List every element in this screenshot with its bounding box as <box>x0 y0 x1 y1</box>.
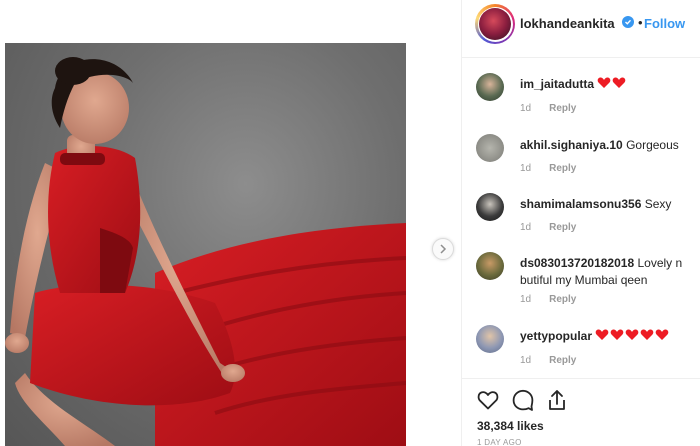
heart-emojis <box>595 329 671 346</box>
comment-body: Sexy <box>644 197 672 211</box>
post-timestamp: 1 DAY AGO <box>477 438 522 446</box>
comment-button[interactable] <box>511 388 535 412</box>
comment-age: 1d <box>520 294 532 305</box>
comment-text: ds083013720182018 Lovely n butiful my Mu… <box>520 255 696 289</box>
comment-age: 1d <box>520 103 532 114</box>
header-divider <box>462 57 700 58</box>
instagram-post-modal: lokhandeankita • Follow im_jaitadutta 1d… <box>0 0 700 446</box>
commenter-avatar[interactable] <box>476 193 504 221</box>
comment-text: yettypopular <box>520 328 696 346</box>
comment-username[interactable]: ds083013720182018 <box>520 256 634 270</box>
comment-age: 1d <box>520 355 532 366</box>
red-heart-icon <box>596 329 669 340</box>
reply-button[interactable]: Reply <box>549 294 576 305</box>
post-header: lokhandeankita • Follow <box>462 0 700 48</box>
chevron-right-icon <box>440 244 447 254</box>
avatar-inner <box>477 6 513 42</box>
post-photo[interactable] <box>5 43 406 446</box>
photo-illustration <box>5 57 406 446</box>
reply-button[interactable]: Reply <box>549 222 576 233</box>
verified-check-icon <box>622 16 634 28</box>
comment-meta: 1d Reply <box>520 163 576 174</box>
post-actions <box>462 386 700 416</box>
comment-text: im_jaitadutta <box>520 76 696 94</box>
header-separator: • <box>638 15 643 30</box>
commenter-avatar[interactable] <box>476 325 504 353</box>
follow-button[interactable]: Follow <box>644 16 685 31</box>
commenter-avatar[interactable] <box>476 73 504 101</box>
author-avatar[interactable] <box>475 4 515 44</box>
comment-username[interactable]: im_jaitadutta <box>520 77 594 91</box>
commenter-avatar[interactable] <box>476 252 504 280</box>
comment-meta: 1d Reply <box>520 355 576 366</box>
likes-count[interactable]: 38,384 likes <box>477 419 544 433</box>
next-photo-button[interactable] <box>432 238 454 260</box>
avatar-image <box>479 8 511 40</box>
comment-meta: 1d Reply <box>520 222 576 233</box>
red-heart-icon <box>598 77 626 88</box>
reply-button[interactable]: Reply <box>549 163 576 174</box>
actions-divider <box>462 378 700 379</box>
media-panel <box>0 0 461 446</box>
like-button[interactable] <box>476 388 500 412</box>
reply-button[interactable]: Reply <box>549 355 576 366</box>
comment-text: akhil.sighaniya.10 Gorgeous <box>520 137 696 154</box>
share-upload-icon <box>549 390 565 410</box>
comment-body: Gorgeous <box>626 138 679 152</box>
comment-bubble-icon <box>512 389 534 411</box>
author-username[interactable]: lokhandeankita <box>520 16 615 31</box>
heart-outline-icon <box>477 391 499 410</box>
share-button[interactable] <box>545 388 569 412</box>
reply-button[interactable]: Reply <box>549 103 576 114</box>
comment-age: 1d <box>520 163 532 174</box>
post-sidebar: lokhandeankita • Follow im_jaitadutta 1d… <box>461 0 700 446</box>
commenter-avatar[interactable] <box>476 134 504 162</box>
comment-username[interactable]: yettypopular <box>520 329 592 343</box>
comment-username[interactable]: akhil.sighaniya.10 <box>520 138 623 152</box>
comment-text: shamimalamsonu356 Sexy <box>520 196 696 213</box>
comment-meta: 1d Reply <box>520 103 576 114</box>
comment-meta: 1d Reply <box>520 294 576 305</box>
heart-emojis <box>597 77 627 94</box>
comment-age: 1d <box>520 222 532 233</box>
comment-username[interactable]: shamimalamsonu356 <box>520 197 641 211</box>
